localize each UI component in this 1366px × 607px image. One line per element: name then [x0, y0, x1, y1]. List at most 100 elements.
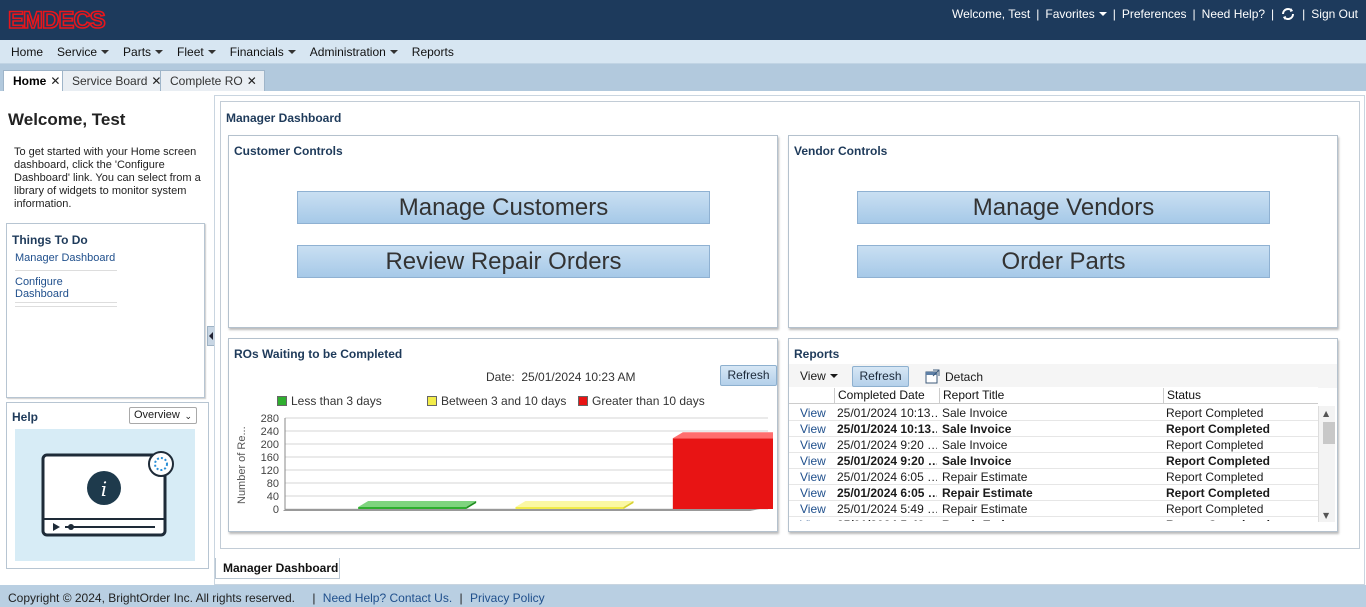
- reports-refresh-button[interactable]: Refresh: [852, 366, 909, 387]
- status-cell: Report Completed: [1166, 470, 1264, 484]
- report-title-cell: Sale Invoice: [942, 454, 1012, 468]
- reports-panel: Reports View Refresh Detach Completed Da…: [788, 338, 1338, 532]
- scroll-down-icon[interactable]: ▼: [1323, 511, 1329, 520]
- order-parts-button[interactable]: Order Parts: [857, 245, 1270, 278]
- contact-us-link[interactable]: Need Help? Contact Us.: [323, 591, 452, 605]
- manage-vendors-button[interactable]: Manage Vendors: [857, 191, 1270, 224]
- footer: Copyright © 2024, BrightOrder Inc. All r…: [0, 585, 1366, 607]
- tab-label[interactable]: Complete RO: [170, 74, 243, 88]
- menu-fleet[interactable]: Fleet: [170, 45, 223, 59]
- help-topic-select[interactable]: Overview ⌄: [129, 407, 197, 424]
- legend-swatch: [277, 396, 287, 406]
- completed-date-cell: 25/01/2024 10:13…: [837, 422, 937, 436]
- y-tick-label: 40: [267, 491, 279, 503]
- completed-date-cell: 25/01/2024 9:20 …: [837, 454, 937, 468]
- view-report-link[interactable]: View: [800, 454, 840, 468]
- ros-bar-chart: Number of Re... 04080120160200240280: [236, 413, 773, 516]
- divider: [15, 302, 117, 303]
- favorites-label[interactable]: Favorites: [1045, 7, 1094, 21]
- date-value: 25/01/2024 10:23 AM: [521, 370, 636, 384]
- preferences-link[interactable]: Preferences: [1122, 7, 1187, 21]
- status-cell: Report Completed: [1166, 502, 1264, 516]
- view-report-link[interactable]: View: [800, 518, 840, 521]
- tab-label[interactable]: Service Board: [72, 74, 147, 88]
- tab-home[interactable]: Home ✕: [3, 70, 69, 92]
- menu-label[interactable]: Home: [11, 45, 43, 59]
- column-status[interactable]: Status: [1163, 388, 1318, 404]
- view-report-link[interactable]: View: [800, 406, 840, 420]
- report-title-cell: Sale Invoice: [942, 438, 1008, 452]
- table-row: View 25/01/2024 6:05 … Repair Estimate Repo…: [789, 469, 1318, 485]
- tab-manager-dashboard[interactable]: Manager Dashboard: [215, 558, 340, 579]
- status-cell: Report Completed: [1166, 422, 1271, 436]
- reports-scrollbar[interactable]: ▲ ▼: [1318, 406, 1335, 522]
- chevron-down-icon: [207, 49, 216, 54]
- privacy-policy-link[interactable]: Privacy Policy: [470, 591, 545, 605]
- bar-top: [358, 501, 477, 507]
- scroll-thumb[interactable]: [1323, 422, 1335, 444]
- view-menu[interactable]: View: [800, 369, 838, 383]
- detach-button[interactable]: Detach: [925, 369, 983, 384]
- scroll-up-icon[interactable]: ▲: [1323, 409, 1329, 418]
- menu-service[interactable]: Service: [50, 45, 116, 59]
- date-label: Date:: [486, 370, 515, 384]
- menu-label[interactable]: Service: [57, 45, 97, 59]
- view-report-link[interactable]: View: [800, 438, 840, 452]
- view-report-link[interactable]: View: [800, 422, 840, 436]
- help-panel: Help Overview ⌄ i: [6, 402, 209, 569]
- report-title-cell: Sale Invoice: [942, 406, 1008, 420]
- menu-reports[interactable]: Reports: [405, 45, 461, 59]
- report-title-cell: Repair Estimate: [942, 502, 1028, 516]
- y-tick-label: 200: [261, 439, 279, 451]
- view-report-link[interactable]: View: [800, 486, 840, 500]
- chevron-down-icon: ⌄: [184, 411, 192, 421]
- sign-out-link[interactable]: Sign Out: [1311, 7, 1358, 21]
- completed-date-cell: 25/01/2024 5:49 …: [837, 502, 937, 516]
- select-value[interactable]: Overview: [134, 409, 180, 421]
- column-completed-date[interactable]: Completed Date: [834, 388, 939, 404]
- sync-icon[interactable]: [1280, 7, 1296, 21]
- menu-label[interactable]: Reports: [412, 45, 454, 59]
- favorites-menu[interactable]: Favorites: [1045, 7, 1107, 21]
- close-icon[interactable]: ✕: [247, 74, 257, 88]
- tab-complete-ro[interactable]: Complete RO ✕: [160, 70, 265, 91]
- chart-refresh-button[interactable]: Refresh: [720, 365, 777, 386]
- tab-service-board[interactable]: Service Board ✕: [62, 70, 170, 91]
- need-help-link[interactable]: Need Help?: [1202, 7, 1265, 21]
- view-report-link[interactable]: View: [800, 502, 840, 516]
- chart-date: Date: 25/01/2024 10:23 AM: [486, 370, 635, 384]
- chevron-down-icon: [287, 49, 296, 54]
- detach-label[interactable]: Detach: [945, 370, 983, 384]
- close-icon[interactable]: ✕: [50, 74, 60, 88]
- ros-waiting-title: ROs Waiting to be Completed: [234, 347, 403, 361]
- legend-swatch: [427, 396, 437, 406]
- manager-dashboard-link[interactable]: Manager Dashboard: [15, 252, 117, 271]
- review-repair-orders-button[interactable]: Review Repair Orders: [297, 245, 710, 278]
- menu-administration[interactable]: Administration: [303, 45, 405, 59]
- help-video-illustration[interactable]: i: [15, 429, 195, 561]
- menu-home[interactable]: Home: [4, 45, 50, 59]
- menu-financials[interactable]: Financials: [223, 45, 303, 59]
- emdecs-logo[interactable]: EMDECS: [8, 6, 142, 32]
- view-report-link[interactable]: View: [800, 470, 840, 484]
- separator: |: [312, 591, 316, 605]
- menu-label[interactable]: Fleet: [177, 45, 204, 59]
- chart-floor: [283, 509, 760, 511]
- tab-label[interactable]: Home: [13, 74, 46, 88]
- menu-label[interactable]: Administration: [310, 45, 386, 59]
- completed-date-cell: 25/01/2024 10:13…: [837, 406, 937, 420]
- separator: |: [1036, 7, 1040, 21]
- column-report-title[interactable]: Report Title: [939, 388, 1163, 404]
- menu-label[interactable]: Parts: [123, 45, 151, 59]
- view-label[interactable]: View: [800, 369, 826, 383]
- manage-customers-button[interactable]: Manage Customers: [297, 191, 710, 224]
- table-row: View 25/01/2024 10:13… Sale Invoice Report …: [789, 405, 1318, 421]
- table-row: View25/01/2024 5:49 … Repair Estimate Repo…: [789, 501, 1318, 517]
- menu-label[interactable]: Financials: [230, 45, 284, 59]
- chevron-down-icon: [155, 49, 164, 54]
- y-axis-label: Number of Re...: [236, 426, 248, 504]
- status-cell: Report Completed: [1166, 518, 1316, 521]
- y-tick-label: 120: [261, 465, 279, 477]
- tab-strip: Home ✕ Service Board ✕ Complete RO ✕: [0, 64, 1366, 92]
- menu-parts[interactable]: Parts: [116, 45, 170, 59]
